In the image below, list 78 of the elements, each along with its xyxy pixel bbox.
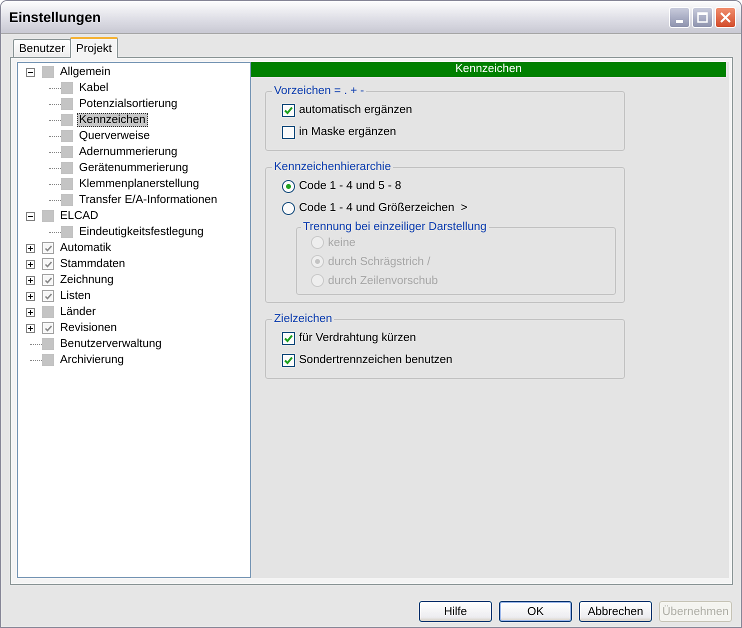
option-label: keine xyxy=(328,236,356,248)
tree-item[interactable]: Transfer E/A-Informationen xyxy=(77,193,220,207)
tree-checkbox[interactable] xyxy=(42,258,54,270)
tree-checkbox[interactable] xyxy=(61,178,73,190)
tree-item[interactable]: Listen xyxy=(58,289,93,303)
expand-icon[interactable] xyxy=(26,260,35,268)
tree-checkbox[interactable] xyxy=(61,114,73,126)
tree-checkbox[interactable] xyxy=(61,130,73,142)
option-label: für Verdrahtung kürzen xyxy=(299,332,416,344)
tree-checkbox[interactable] xyxy=(42,290,54,302)
expand-icon[interactable] xyxy=(26,308,35,316)
group-title: Vorzeichen = . + - xyxy=(273,85,366,97)
tree-item[interactable]: Gerätenummerierung xyxy=(77,161,190,175)
option-label: in Maske ergänzen xyxy=(299,126,396,138)
collapse-icon[interactable] xyxy=(26,212,35,220)
group-title: Kennzeichenhierarchie xyxy=(273,161,392,173)
tree-checkbox[interactable] xyxy=(61,194,73,206)
tree-item[interactable]: Potenzialsortierung xyxy=(77,97,180,111)
expand-icon[interactable] xyxy=(26,276,35,284)
tree-item[interactable]: Allgemein xyxy=(58,65,112,79)
tree-item[interactable]: Adernummerierung xyxy=(77,145,180,159)
tree-item[interactable]: Kabel xyxy=(77,81,110,95)
tree-checkbox[interactable] xyxy=(42,306,54,318)
option-label: Sondertrennzeichen benutzen xyxy=(299,354,452,366)
checkbox[interactable] xyxy=(282,104,295,116)
tree-checkbox[interactable] xyxy=(61,98,73,110)
checkbox[interactable] xyxy=(282,126,295,138)
option-label: durch Schrägstrich / xyxy=(328,256,430,268)
tree-checkbox[interactable] xyxy=(42,66,54,78)
tree-checkbox[interactable] xyxy=(61,82,73,94)
tree-item[interactable]: Querverweise xyxy=(77,129,152,143)
option-label: durch Zeilenvorschub xyxy=(328,274,438,286)
tree-checkbox[interactable] xyxy=(42,322,54,334)
tree-item[interactable]: Klemmenplanerstellung xyxy=(77,177,202,191)
radio-button[interactable] xyxy=(282,202,295,214)
close-icon xyxy=(720,12,731,22)
radio-button[interactable] xyxy=(282,180,295,192)
expand-icon[interactable] xyxy=(26,324,35,332)
tree-item[interactable]: Automatik xyxy=(58,241,114,255)
expand-icon[interactable] xyxy=(26,292,35,300)
option-label: Code 1 - 4 und Größerzeichen > xyxy=(299,202,468,214)
close-button[interactable] xyxy=(715,6,736,28)
maximize-button[interactable] xyxy=(692,6,713,28)
tree-checkbox[interactable] xyxy=(61,162,73,174)
tree-checkbox[interactable] xyxy=(42,338,54,350)
tree-checkbox[interactable] xyxy=(42,210,54,222)
expand-icon[interactable] xyxy=(26,244,35,252)
tree-item[interactable]: Stammdaten xyxy=(58,257,128,271)
dialog-button[interactable]: OK xyxy=(499,601,572,622)
minimize-button[interactable] xyxy=(669,6,690,28)
checkbox[interactable] xyxy=(282,354,295,366)
tree-checkbox[interactable] xyxy=(61,226,73,238)
tree-checkbox[interactable] xyxy=(61,146,73,158)
collapse-icon[interactable] xyxy=(26,68,35,76)
option-label: Code 1 - 4 und 5 - 8 xyxy=(299,180,402,192)
option-label: automatisch ergänzen xyxy=(299,104,412,116)
tab[interactable]: Projekt xyxy=(70,37,118,58)
group-title: Trennung bei einzeiliger Darstellung xyxy=(302,221,488,233)
tree-item[interactable]: Revisionen xyxy=(58,321,119,335)
dialog-button[interactable]: Abbrechen xyxy=(579,601,652,622)
window-title: Einstellungen xyxy=(9,9,101,25)
tree-item[interactable]: Länder xyxy=(58,305,98,319)
group-title: Zielzeichen xyxy=(273,313,334,325)
tree-checkbox[interactable] xyxy=(42,354,54,366)
dialog-button[interactable]: Hilfe xyxy=(419,601,492,622)
tree-checkbox[interactable] xyxy=(42,242,54,254)
tree-item[interactable]: Archivierung xyxy=(58,353,126,367)
tree-checkbox[interactable] xyxy=(42,274,54,286)
maximize-icon xyxy=(697,12,708,22)
tree-item[interactable]: Zeichnung xyxy=(58,273,116,287)
tab[interactable]: Benutzer xyxy=(13,39,72,57)
tree-item[interactable]: ELCAD xyxy=(58,209,100,223)
tree-item[interactable]: Kennzeichen xyxy=(77,113,148,127)
tree-item[interactable]: Eindeutigkeitsfestlegung xyxy=(77,225,206,239)
checkbox[interactable] xyxy=(282,332,295,344)
tree-item[interactable]: Benutzerverwaltung xyxy=(58,337,164,351)
minimize-icon xyxy=(676,20,683,22)
panel-header: Kennzeichen xyxy=(251,62,726,77)
